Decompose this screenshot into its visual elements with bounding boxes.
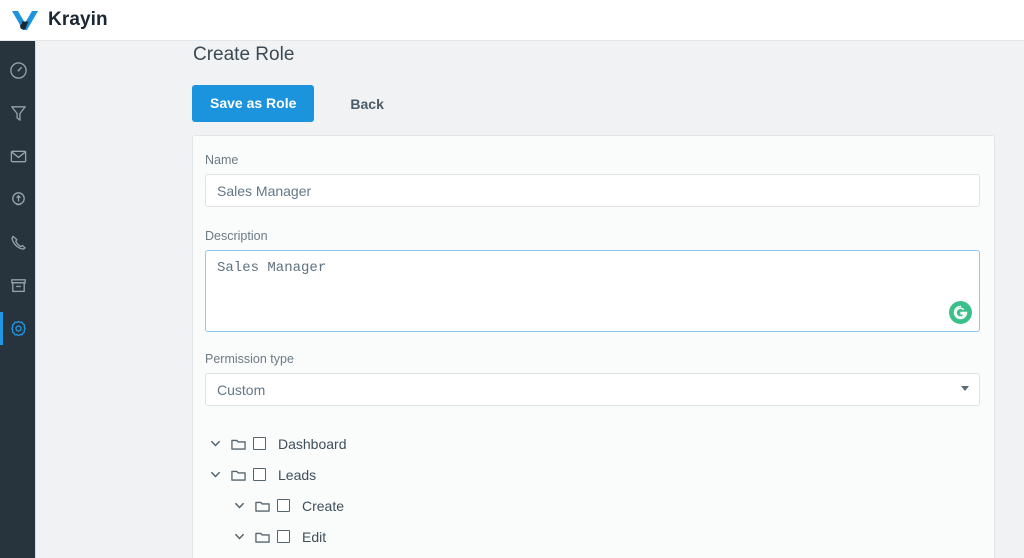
name-input[interactable]: [205, 174, 980, 207]
folder-icon: [250, 530, 275, 544]
sidebar-item-ideas[interactable]: [0, 178, 36, 221]
main-content: Create Role Save as Role Back Name Descr…: [36, 41, 1024, 558]
name-label: Name: [205, 153, 239, 167]
sidebar-item-settings[interactable]: [0, 307, 36, 350]
archive-box-icon: [9, 276, 28, 295]
description-textarea[interactable]: [205, 250, 980, 332]
tree-row[interactable]: Create: [205, 490, 982, 521]
tree-row[interactable]: Edit: [205, 521, 982, 552]
funnel-icon: [9, 104, 28, 123]
krayin-chevron-logo-icon: [11, 8, 39, 32]
sidebar-item-calls[interactable]: [0, 221, 36, 264]
sidebar: [0, 41, 36, 558]
speedometer-icon: [9, 61, 28, 80]
phone-icon: [9, 233, 28, 252]
action-bar: Save as Role Back: [192, 85, 384, 122]
name-field-group: Name: [205, 153, 982, 207]
tree-row-label: Leads: [278, 466, 317, 483]
tree-checkbox[interactable]: [277, 499, 290, 512]
save-as-role-button[interactable]: Save as Role: [192, 85, 315, 122]
tree-row[interactable]: Leads: [205, 459, 982, 490]
chevron-down-icon[interactable]: [229, 499, 250, 512]
sidebar-item-leads[interactable]: [0, 92, 36, 135]
folder-icon: [250, 499, 275, 513]
description-label: Description: [205, 229, 268, 243]
app-header: Krayin: [0, 0, 1024, 41]
permission-type-field-group: Permission type Custom: [205, 352, 982, 406]
grammarly-icon[interactable]: [949, 301, 972, 324]
brand[interactable]: Krayin: [0, 8, 108, 32]
tree-row[interactable]: Dashboard: [205, 428, 982, 459]
back-link[interactable]: Back: [350, 96, 383, 112]
sidebar-item-dashboard[interactable]: [0, 49, 36, 92]
create-role-card: Name Description Permission type Custom: [192, 135, 995, 558]
tree-row-label: Edit: [302, 528, 327, 545]
folder-icon: [226, 437, 251, 451]
tree-row-label: Dashboard: [278, 435, 347, 452]
folder-icon: [226, 468, 251, 482]
brand-name: Krayin: [48, 9, 108, 30]
chevron-down-icon[interactable]: [205, 437, 226, 450]
page-title: Create Role: [193, 44, 295, 65]
lightbulb-icon: [9, 190, 28, 209]
chevron-down-icon[interactable]: [205, 468, 226, 481]
chevron-down-icon[interactable]: [229, 530, 250, 543]
sidebar-item-products[interactable]: [0, 264, 36, 307]
tree-checkbox[interactable]: [253, 437, 266, 450]
permission-type-label: Permission type: [205, 352, 294, 366]
sidebar-item-mail[interactable]: [0, 135, 36, 178]
permission-tree: Dashboard Leads Create Edit: [205, 428, 982, 552]
tree-row-label: Create: [302, 497, 345, 514]
gear-icon: [9, 319, 28, 338]
envelope-icon: [9, 147, 28, 166]
description-field-group: Description: [205, 229, 982, 332]
tree-checkbox[interactable]: [253, 468, 266, 481]
tree-checkbox[interactable]: [277, 530, 290, 543]
permission-type-select[interactable]: Custom: [205, 373, 980, 406]
